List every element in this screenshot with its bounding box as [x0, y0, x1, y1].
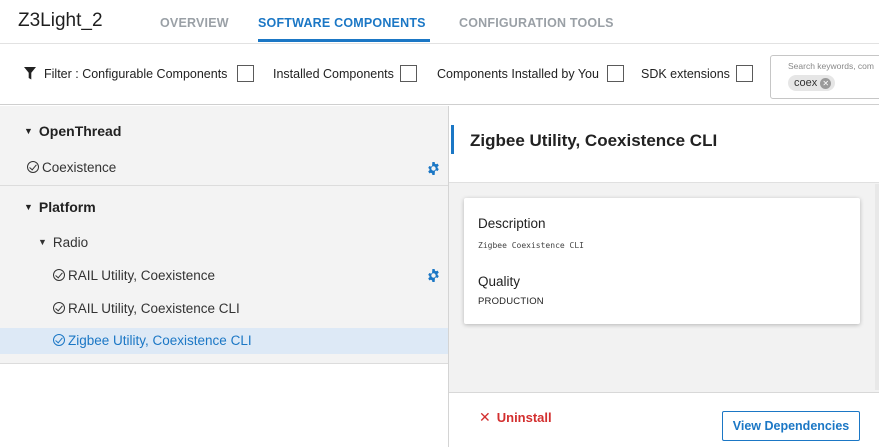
tab-overview[interactable]: OVERVIEW — [160, 16, 229, 30]
component-info-card: Description Zigbee Coexistence CLI Quali… — [464, 198, 860, 324]
gear-icon[interactable] — [427, 162, 440, 175]
search-chip-label: coex — [794, 77, 818, 89]
configurable-components-checkbox[interactable] — [237, 65, 254, 82]
title-accent-bar — [451, 125, 454, 154]
description-value: Zigbee Coexistence CLI — [478, 241, 584, 250]
tree-item-label: RAIL Utility, Coexistence CLI — [68, 301, 240, 316]
detail-scrollbar[interactable] — [875, 184, 879, 390]
caret-down-icon: ▼ — [24, 202, 33, 212]
project-title: Z3Light_2 — [18, 10, 103, 31]
detail-footer: ✕ Uninstall View Dependencies — [449, 392, 879, 447]
tab-configuration-tools[interactable]: CONFIGURATION TOOLS — [459, 16, 614, 30]
subgroup-header-radio[interactable]: ▼ Radio — [38, 235, 88, 250]
quality-label: Quality — [478, 274, 521, 289]
tree-item-coexistence[interactable]: Coexistence — [0, 155, 448, 181]
caret-down-icon: ▼ — [24, 126, 33, 136]
gear-icon[interactable] — [427, 269, 440, 282]
view-dependencies-button[interactable]: View Dependencies — [722, 411, 860, 441]
group-header-openthread[interactable]: ▼ OpenThread — [24, 123, 121, 139]
detail-header: Zigbee Utility, Coexistence CLI — [449, 106, 879, 183]
filter-icon — [24, 67, 36, 80]
installed-components-label: Installed Components — [273, 67, 394, 81]
installed-components-checkbox[interactable] — [400, 65, 417, 82]
search-chip: coex ✕ — [788, 75, 836, 91]
detail-panel: Zigbee Utility, Coexistence CLI Descript… — [448, 106, 879, 447]
check-circle-icon — [53, 334, 65, 346]
tree-item-rail-utility-coexistence[interactable]: RAIL Utility, Coexistence — [0, 263, 448, 289]
tree-item-zigbee-utility-coexistence-cli[interactable]: Zigbee Utility, Coexistence CLI — [0, 328, 448, 354]
caret-down-icon: ▼ — [38, 237, 47, 247]
tab-software-components[interactable]: SOFTWARE COMPONENTS — [258, 16, 426, 30]
quality-value: PRODUCTION — [478, 296, 544, 307]
group-header-platform[interactable]: ▼ Platform — [24, 199, 96, 215]
detail-title: Zigbee Utility, Coexistence CLI — [470, 131, 718, 150]
tree-item-label: Zigbee Utility, Coexistence CLI — [68, 333, 252, 348]
active-tab-indicator — [258, 39, 430, 42]
description-label: Description — [478, 216, 546, 231]
installed-by-you-label: Components Installed by You — [437, 67, 599, 81]
close-icon: ✕ — [479, 409, 491, 425]
sdk-extensions-checkbox[interactable] — [736, 65, 753, 82]
chip-remove-icon[interactable]: ✕ — [820, 77, 832, 89]
installed-by-you-checkbox[interactable] — [607, 65, 624, 82]
filter-configurable-label: Filter : Configurable Components — [44, 67, 228, 81]
search-placeholder: Search keywords, com — [788, 61, 874, 71]
sdk-extensions-label: SDK extensions — [641, 67, 730, 81]
search-input[interactable]: Search keywords, com coex ✕ — [770, 55, 879, 99]
check-circle-icon — [53, 302, 65, 314]
tree-item-label: RAIL Utility, Coexistence — [68, 268, 216, 283]
tree-item-rail-utility-coexistence-cli[interactable]: RAIL Utility, Coexistence CLI — [0, 296, 448, 322]
filter-bar: Filter : Configurable Components Install… — [0, 45, 879, 105]
check-circle-icon — [53, 269, 65, 281]
tree-group-platform: ▼ Platform ▼ Radio RAIL Utility, Coexisten… — [0, 186, 448, 364]
tree-item-label: Coexistence — [42, 160, 117, 175]
component-tree: ▼ OpenThread Coexistence ▼ Platform ▼ Radio… — [0, 106, 448, 447]
uninstall-label: Uninstall — [496, 410, 552, 425]
top-bar: Z3Light_2 OVERVIEW SOFTWARE COMPONENTS C… — [0, 0, 879, 44]
check-circle-icon — [27, 161, 39, 173]
uninstall-button[interactable]: ✕ Uninstall — [479, 409, 552, 426]
tree-group-openthread: ▼ OpenThread Coexistence — [0, 106, 448, 186]
